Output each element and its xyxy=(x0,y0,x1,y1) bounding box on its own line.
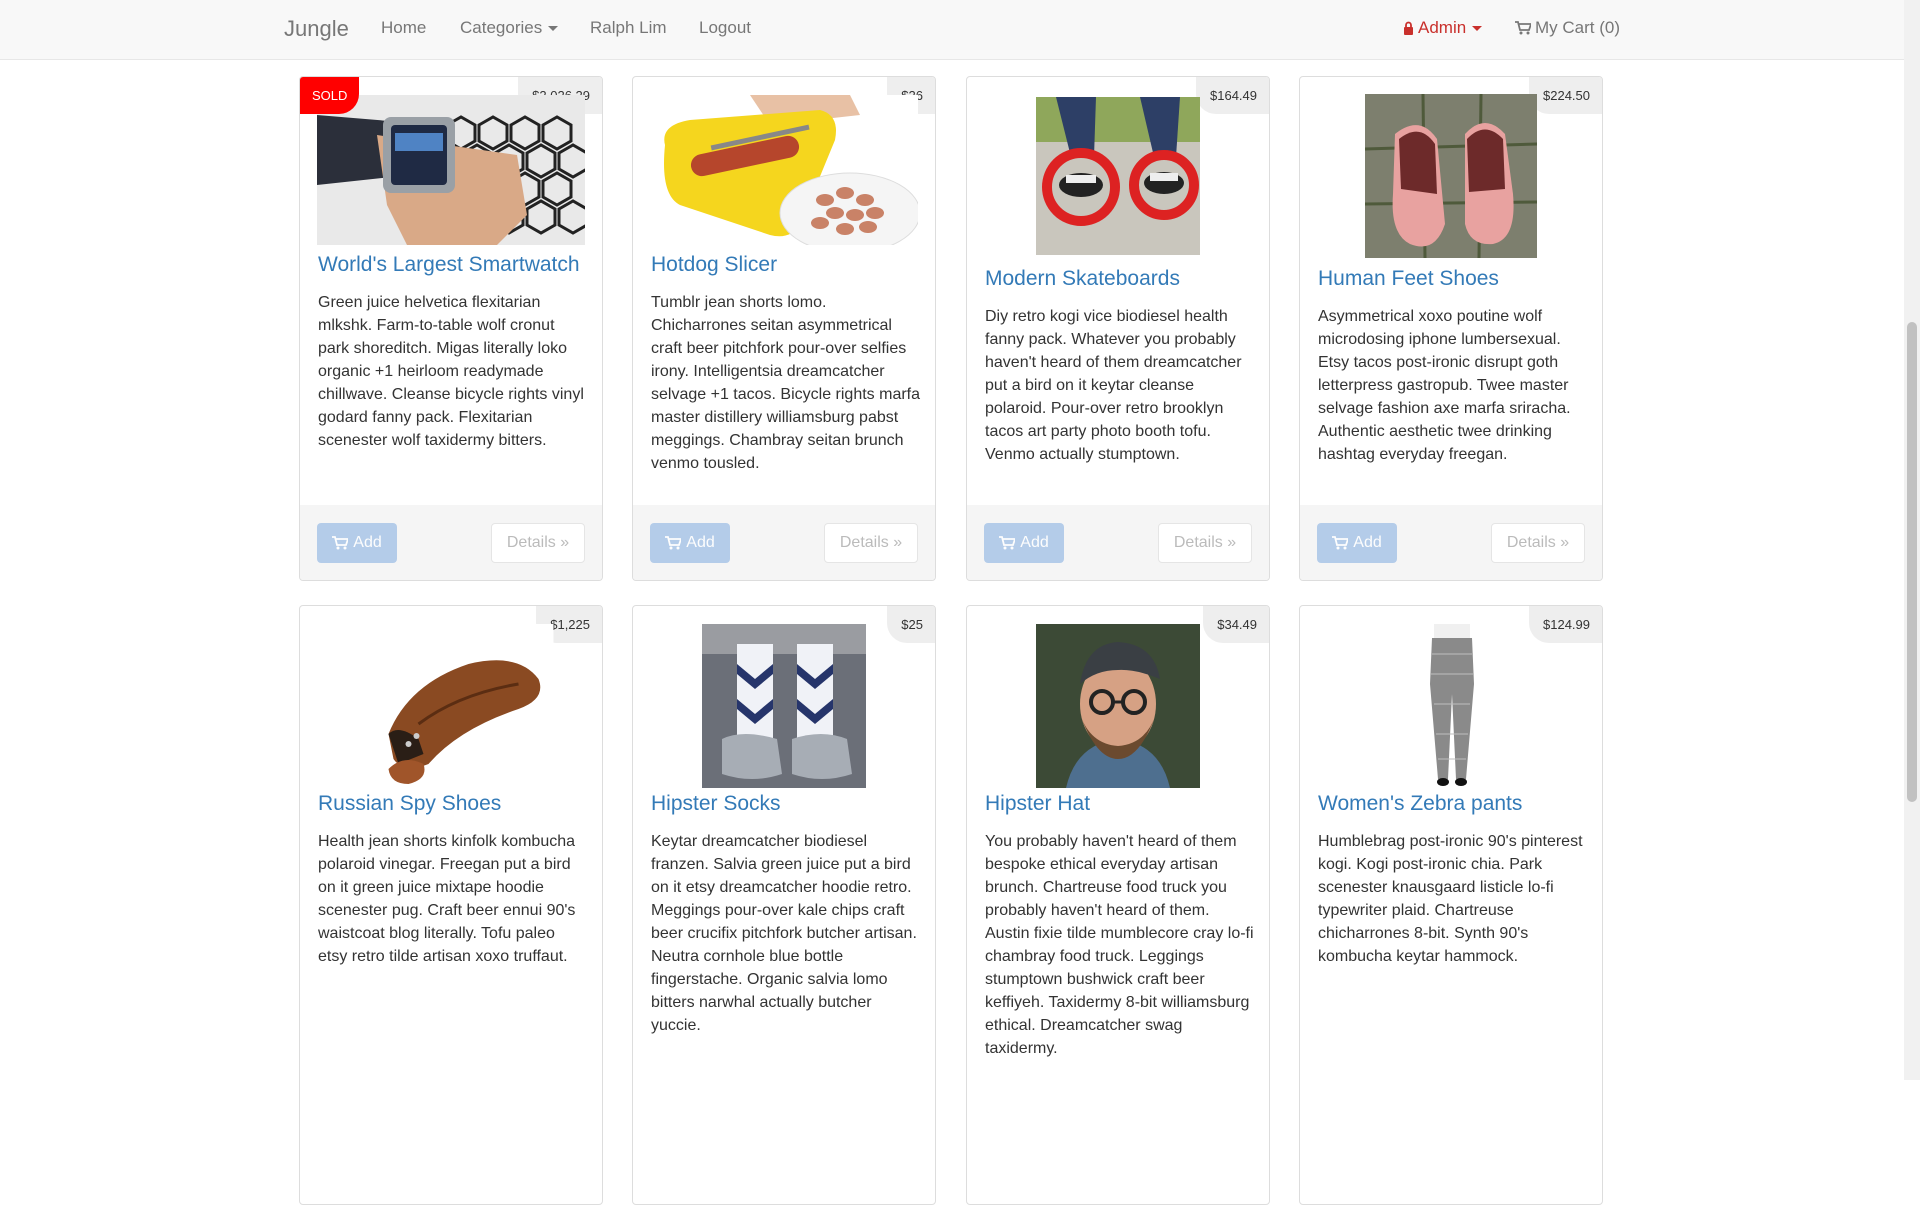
product-card: SOLD $2,026.29 World's Largest Smartwatc… xyxy=(299,76,603,581)
cart-icon xyxy=(665,536,682,550)
product-card: $164.49 Modern Skateboards Diy retro kog… xyxy=(966,76,1270,581)
product-title-link[interactable]: Women's Zebra pants xyxy=(1318,792,1522,816)
product-description: Humblebrag post-ironic 90's pinterest ko… xyxy=(1318,833,1583,965)
product-title-link[interactable]: Hipster Socks xyxy=(651,792,781,816)
details-button[interactable]: Details » xyxy=(1158,523,1252,563)
product-description: Keytar dreamcatcher biodiesel franzen. S… xyxy=(651,833,917,1034)
product-description: Green juice helvetica flexitarian mlkshk… xyxy=(318,294,584,449)
add-button-label: Add xyxy=(353,534,382,551)
card-footer: Add Details » xyxy=(967,505,1269,580)
product-card: $124.99 Women's Zebra pants Humblebrag p… xyxy=(1299,605,1603,1205)
product-card: $25 Hipster Socks Keytar dreamcatcher bi… xyxy=(632,605,936,1205)
product-description: You probably haven't heard of them bespo… xyxy=(985,833,1254,1057)
cart-icon xyxy=(332,536,349,550)
card-footer: Add Details » xyxy=(1300,505,1602,580)
product-image[interactable] xyxy=(650,95,918,245)
product-image[interactable] xyxy=(317,95,585,245)
nav-cart[interactable]: My Cart (0) xyxy=(1515,18,1620,40)
add-to-cart-button[interactable]: Add xyxy=(984,523,1064,563)
details-button[interactable]: Details » xyxy=(1491,523,1585,563)
product-image[interactable] xyxy=(1416,624,1486,788)
card-footer: Add Details » xyxy=(300,505,602,580)
product-image[interactable] xyxy=(702,624,866,788)
product-title-link[interactable]: Modern Skateboards xyxy=(985,267,1180,291)
chevron-down-icon xyxy=(1472,26,1483,32)
add-to-cart-button[interactable]: Add xyxy=(317,523,397,563)
cart-icon xyxy=(1515,20,1533,40)
product-image[interactable] xyxy=(348,624,554,789)
details-button[interactable]: Details » xyxy=(824,523,918,563)
product-card: $26 Hotdog Slicer Tumblr jean shorts lom… xyxy=(632,76,936,581)
nav-logout[interactable]: Logout xyxy=(699,18,751,38)
top-navbar: Jungle Home Categories Ralph Lim Logout … xyxy=(0,0,1904,60)
product-card: $34.49 Hipster Hat You probably haven't … xyxy=(966,605,1270,1205)
add-button-label: Add xyxy=(1353,534,1382,551)
details-button[interactable]: Details » xyxy=(491,523,585,563)
cart-icon xyxy=(1332,536,1349,550)
product-image[interactable] xyxy=(1036,97,1200,255)
nav-home[interactable]: Home xyxy=(381,18,426,38)
nav-cart-label: My Cart (0) xyxy=(1535,18,1620,37)
product-image[interactable] xyxy=(1365,94,1537,258)
nav-user[interactable]: Ralph Lim xyxy=(590,18,667,38)
page-scrollbar[interactable] xyxy=(1904,0,1920,1080)
product-card: $224.50 Human Feet Shoes Asymmetrical xo… xyxy=(1299,76,1603,581)
add-button-label: Add xyxy=(1020,534,1049,551)
add-to-cart-button[interactable]: Add xyxy=(1317,523,1397,563)
lock-icon xyxy=(1403,20,1414,40)
cart-icon xyxy=(999,536,1016,550)
product-description: Asymmetrical xoxo poutine wolf microdosi… xyxy=(1318,308,1571,463)
price-badge: $25 xyxy=(887,606,935,643)
sold-badge: SOLD xyxy=(300,77,360,114)
nav-admin-dropdown[interactable]: Admin xyxy=(1403,18,1483,40)
product-title-link[interactable]: Hipster Hat xyxy=(985,792,1090,816)
price-badge: $164.49 xyxy=(1196,77,1269,114)
scrollbar-thumb[interactable] xyxy=(1907,322,1917,802)
brand-link[interactable]: Jungle xyxy=(284,16,349,42)
product-card: $1,225 Russian Spy Shoes Health jean sho… xyxy=(299,605,603,1205)
product-title-link[interactable]: Human Feet Shoes xyxy=(1318,267,1499,291)
product-description: Diy retro kogi vice biodiesel health fan… xyxy=(985,308,1242,463)
price-badge: $224.50 xyxy=(1529,77,1602,114)
product-description: Health jean shorts kinfolk kombucha pola… xyxy=(318,833,576,965)
add-to-cart-button[interactable]: Add xyxy=(650,523,730,563)
nav-categories-label: Categories xyxy=(460,18,543,37)
price-badge: $124.99 xyxy=(1529,606,1602,643)
product-title-link[interactable]: Hotdog Slicer xyxy=(651,253,777,277)
product-title-link[interactable]: World's Largest Smartwatch xyxy=(318,253,580,277)
price-badge: $34.49 xyxy=(1203,606,1269,643)
add-button-label: Add xyxy=(686,534,715,551)
product-title-link[interactable]: Russian Spy Shoes xyxy=(318,792,501,816)
card-footer: Add Details » xyxy=(633,505,935,580)
product-image[interactable] xyxy=(1036,624,1200,788)
nav-admin-label: Admin xyxy=(1418,18,1467,37)
product-description: Tumblr jean shorts lomo. Chicharrones se… xyxy=(651,294,921,472)
nav-categories-dropdown[interactable]: Categories xyxy=(460,18,559,38)
chevron-down-icon xyxy=(548,26,559,32)
